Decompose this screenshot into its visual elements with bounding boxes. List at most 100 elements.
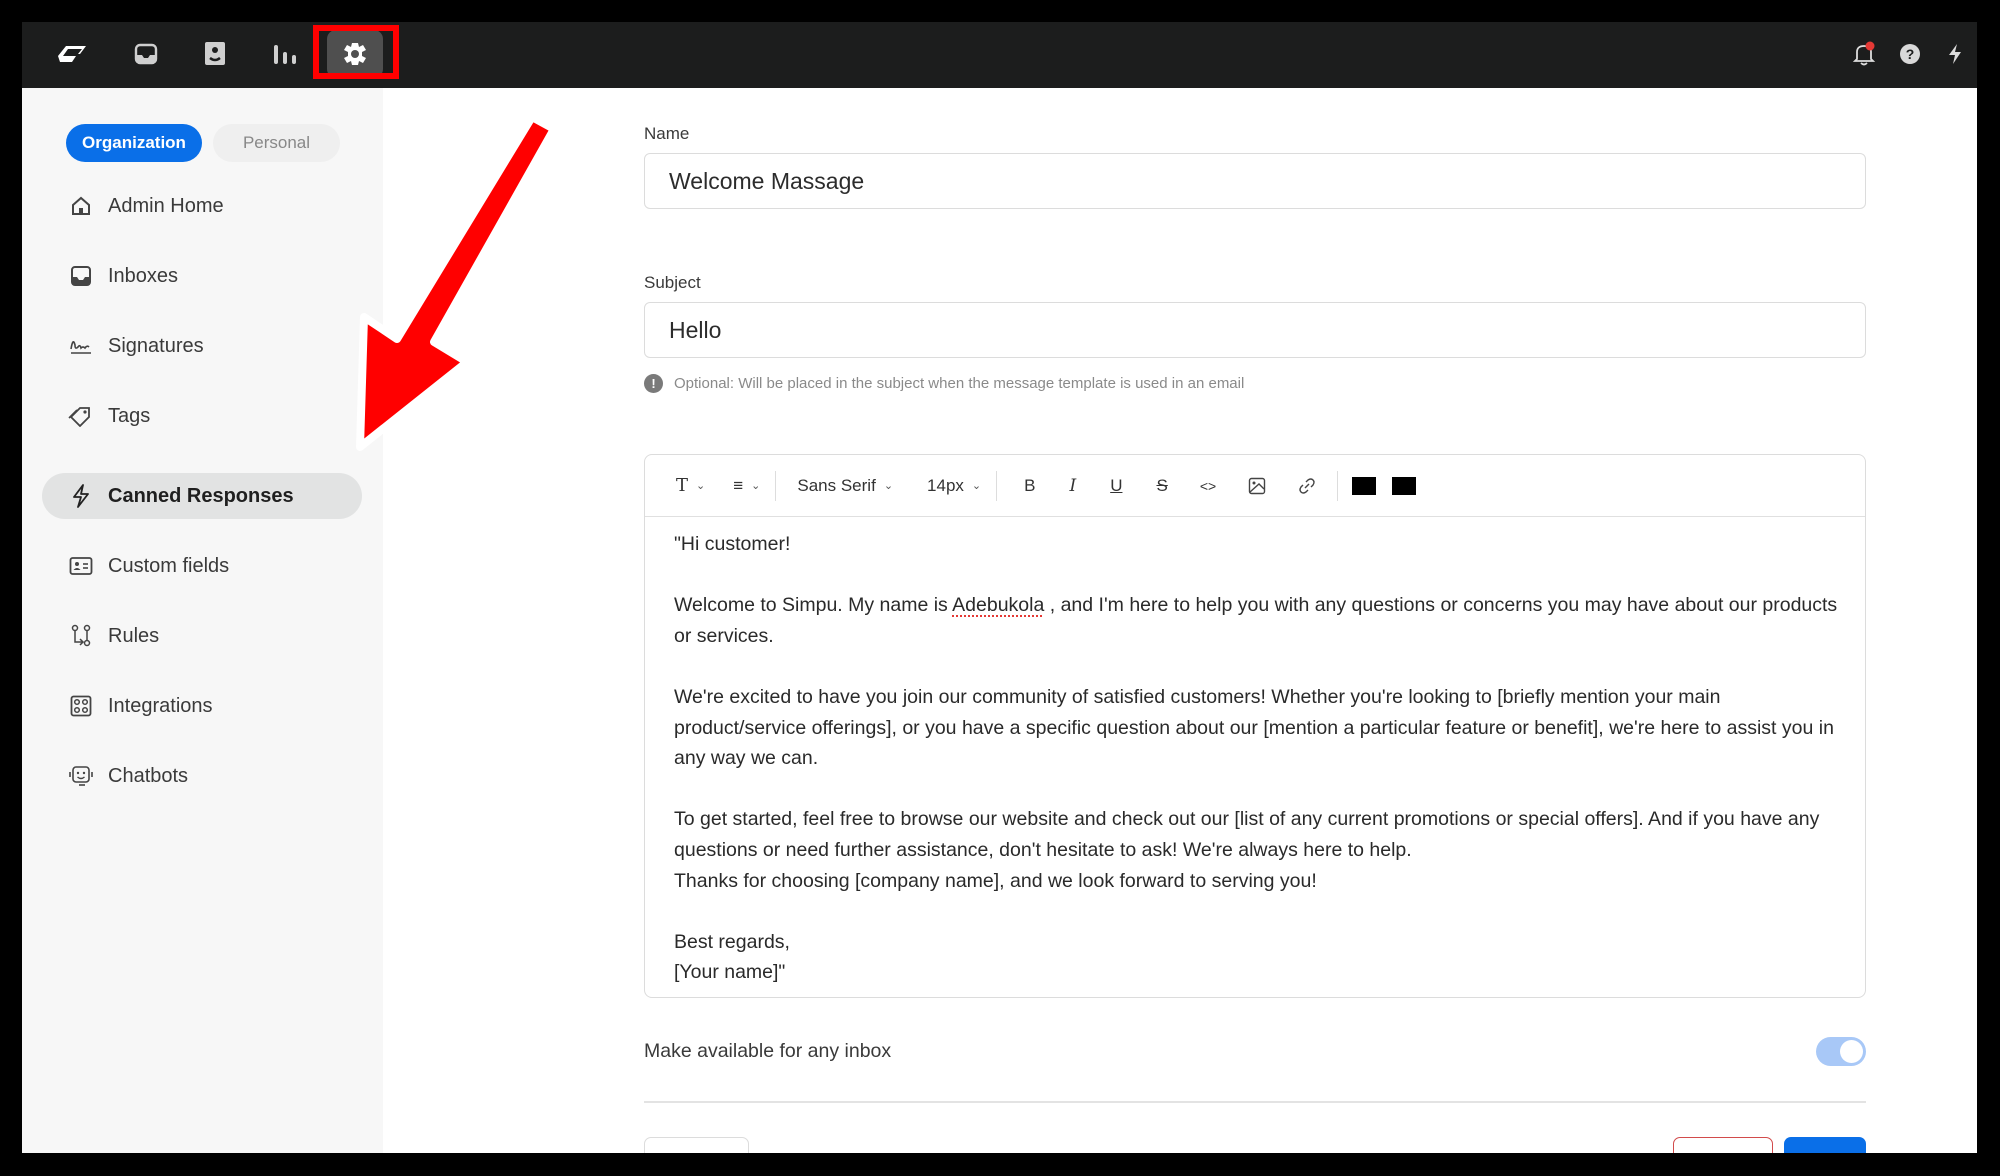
message-paragraph: Welcome to Simpu. My name is Adebukola ,…: [674, 590, 1854, 651]
subject-hint-text: Optional: Will be placed in the subject …: [674, 375, 1245, 392]
analytics-icon: [274, 45, 296, 64]
chevron-down-icon: ⌄: [751, 480, 761, 492]
form-divider: [644, 1101, 1866, 1103]
message-paragraph: "Hi customer!: [674, 533, 791, 555]
home-icon: [68, 193, 94, 219]
sidebar-item-canned-responses[interactable]: Canned Responses: [42, 473, 362, 519]
sidebar-item-inboxes[interactable]: Inboxes: [42, 253, 362, 299]
integrations-icon: [68, 693, 94, 719]
strikethrough-icon: S: [1156, 475, 1168, 495]
link-icon: [1299, 477, 1315, 494]
sidebar-item-tags[interactable]: Tags: [42, 393, 362, 439]
toggle-knob: [1840, 1039, 1863, 1063]
code-button[interactable]: <>: [1191, 471, 1225, 501]
notifications-button[interactable]: [1844, 34, 1884, 74]
sidebar-item-label: Integrations: [108, 694, 213, 717]
chevron-down-icon: ⌄: [883, 480, 894, 492]
toolbar-divider: [996, 470, 998, 501]
heading-dropdown[interactable]: T ⌄: [667, 471, 714, 501]
lightning-icon: [68, 483, 94, 509]
link-button[interactable]: [1289, 471, 1325, 501]
analytics-nav-button[interactable]: [258, 30, 314, 78]
availability-row: Make available for any inbox: [644, 1036, 1866, 1066]
info-icon: !: [644, 374, 663, 393]
sidebar-item-rules[interactable]: Rules: [42, 613, 362, 659]
help-button[interactable]: ?: [1890, 34, 1930, 74]
sidebar-item-label: Signatures: [108, 334, 204, 357]
inbox-icon: [68, 263, 94, 289]
underline-icon: U: [1110, 475, 1123, 495]
sidebar-item-label: Chatbots: [108, 764, 189, 787]
id-card-icon: [68, 553, 94, 579]
contacts-icon: [205, 42, 225, 65]
availability-toggle[interactable]: [1816, 1036, 1866, 1066]
sidebar-item-chatbots[interactable]: Chatbots: [42, 753, 362, 799]
sidebar-item-integrations[interactable]: Integrations: [42, 683, 362, 729]
svg-text:?: ?: [1906, 46, 1915, 62]
font-family-value: Sans Serif: [797, 475, 876, 495]
text-color-picker[interactable]: [1352, 476, 1377, 495]
heading-icon: T: [676, 475, 689, 496]
cancel-button[interactable]: [644, 1137, 749, 1153]
tab-organization[interactable]: Organization: [66, 124, 202, 162]
sidebar-item-label: Rules: [108, 624, 160, 647]
sidebar-item-label: Custom fields: [108, 554, 230, 577]
lightning-icon: [1949, 44, 1961, 64]
sidebar-item-label: Tags: [108, 404, 151, 427]
bold-button[interactable]: B: [1015, 471, 1044, 501]
inbox-nav-button[interactable]: [118, 30, 174, 78]
notification-badge: [1865, 41, 1875, 51]
editor-content[interactable]: "Hi customer! Welcome to Simpu. My name …: [674, 529, 1854, 988]
message-paragraph: Thanks for choosing [company name], and …: [674, 869, 1317, 892]
font-family-dropdown[interactable]: Sans Serif ⌄: [788, 471, 902, 501]
chevron-down-icon: ⌄: [971, 480, 982, 492]
signature-icon: [68, 333, 94, 359]
background-color-picker[interactable]: [1392, 476, 1417, 495]
contacts-nav-button[interactable]: [187, 30, 243, 78]
name-label: Name: [644, 124, 690, 143]
annotation-arrow-icon: [356, 113, 557, 451]
annotation-highlight-box: [313, 25, 399, 79]
name-input[interactable]: Welcome Massage: [644, 153, 1866, 209]
inbox-icon: [134, 43, 158, 65]
sidebar-item-label: Admin Home: [108, 194, 224, 217]
logo-button[interactable]: [44, 30, 100, 78]
code-icon: <>: [1199, 477, 1217, 494]
toolbar-divider: [1337, 470, 1339, 501]
align-dropdown[interactable]: ≡ ⌄: [724, 471, 769, 501]
sidebar-item-signatures[interactable]: Signatures: [42, 323, 362, 369]
align-icon: ≡: [733, 475, 744, 495]
sidebar-item-admin-home[interactable]: Admin Home: [42, 183, 362, 229]
font-size-dropdown[interactable]: 14px ⌄: [918, 471, 990, 501]
availability-label: Make available for any inbox: [644, 1039, 892, 1062]
misspelled-word: Adebukola: [952, 594, 1045, 617]
rules-icon: [68, 623, 94, 649]
rich-text-editor: T ⌄ ≡ ⌄ Sans Serif ⌄ 14px ⌄ B I U S <> "…: [644, 454, 1866, 998]
delete-button[interactable]: [1673, 1137, 1773, 1153]
tab-personal[interactable]: Personal: [213, 124, 340, 162]
image-icon: [1248, 477, 1266, 494]
quick-actions-button[interactable]: [1935, 34, 1975, 74]
sidebar-item-custom-fields[interactable]: Custom fields: [42, 543, 362, 589]
toolbar-divider: [775, 470, 777, 501]
bold-icon: B: [1024, 475, 1036, 495]
save-button[interactable]: [1784, 1137, 1866, 1153]
logo-icon: [58, 46, 86, 62]
app-window: ? Organization Personal Admin Home Inbox…: [22, 22, 1977, 1153]
tag-icon: [68, 403, 94, 429]
strikethrough-button[interactable]: S: [1147, 471, 1176, 501]
editor-toolbar: T ⌄ ≡ ⌄ Sans Serif ⌄ 14px ⌄ B I U S <>: [645, 455, 1865, 517]
help-icon: ?: [1900, 44, 1920, 64]
text-span: Welcome to Simpu. My name is: [674, 594, 953, 617]
subject-hint: ! Optional: Will be placed in the subjec…: [644, 374, 1244, 393]
settings-sidebar: Organization Personal Admin Home Inboxes…: [22, 88, 383, 1153]
image-button[interactable]: [1239, 471, 1275, 501]
chevron-down-icon: ⌄: [696, 480, 706, 492]
italic-button[interactable]: I: [1060, 471, 1085, 501]
message-paragraph: [Your name]": [674, 961, 786, 984]
chatbot-icon: [68, 763, 94, 789]
subject-input[interactable]: Hello: [644, 302, 1866, 358]
italic-icon: I: [1069, 475, 1077, 496]
notification-bell-icon: [1852, 41, 1876, 66]
underline-button[interactable]: U: [1101, 471, 1131, 501]
